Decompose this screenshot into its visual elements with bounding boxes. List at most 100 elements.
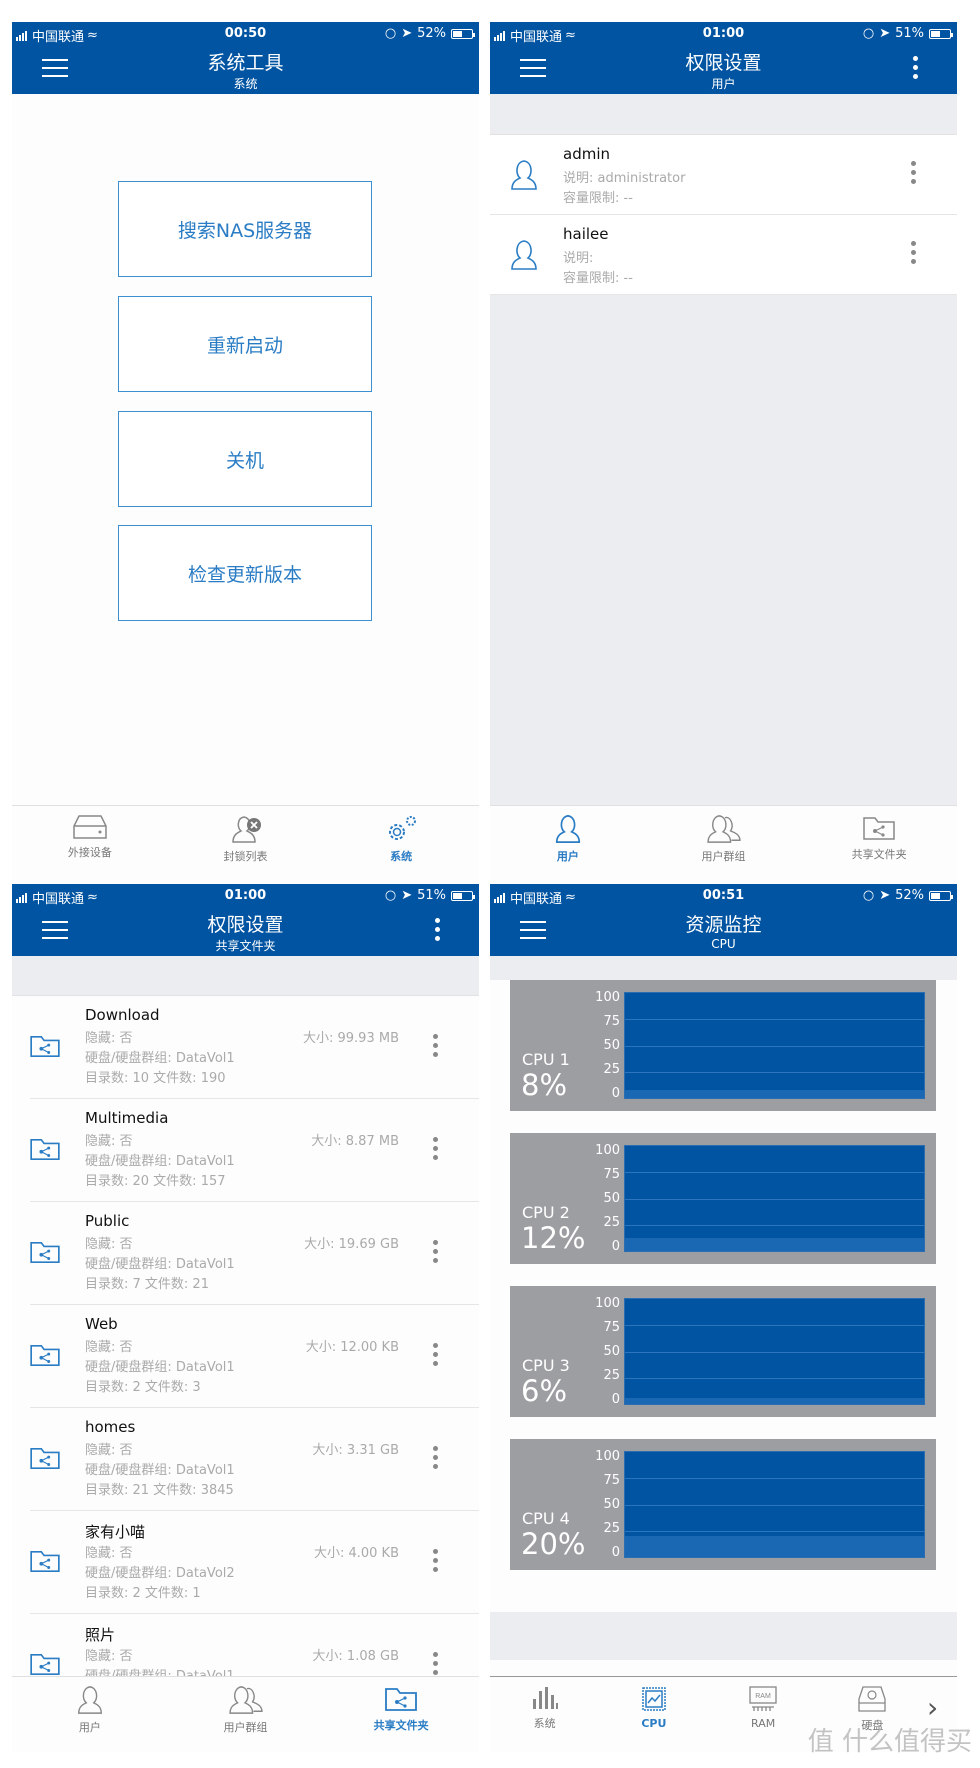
tab-system[interactable]: 系统 xyxy=(490,1677,599,1752)
user-name: admin xyxy=(563,145,610,163)
list-item[interactable]: hailee 说明: 容量限制: -- xyxy=(490,215,957,295)
gridline xyxy=(625,1019,924,1021)
cpu-label: CPU 4 xyxy=(522,1509,570,1528)
check-update-button[interactable]: 检查更新版本 xyxy=(118,525,372,621)
tab-block-list[interactable]: 封锁列表 xyxy=(168,806,324,890)
tab-external-devices[interactable]: 外接设备 xyxy=(12,806,168,890)
tab-label: 系统 xyxy=(533,1717,556,1730)
screen-system-tools: 中国联通 ≈ 00:50 ○ ➤ 52% 系统工具 系统 搜索NAS服务器 重新启动 … xyxy=(12,22,479,890)
row-options-button[interactable] xyxy=(909,161,917,188)
y-tick-label: 25 xyxy=(603,1368,620,1383)
page-title: 权限设置 xyxy=(207,914,284,936)
rotation-lock-icon: ○ xyxy=(384,26,397,41)
tab-label: 外接设备 xyxy=(67,846,112,859)
y-tick-label: 0 xyxy=(611,1239,620,1254)
tab-system[interactable]: 系统 xyxy=(323,806,479,890)
list-item[interactable]: admin 说明: administrator 容量限制: -- xyxy=(490,135,957,215)
y-tick-label: 0 xyxy=(611,1392,620,1407)
shared-folder-icon xyxy=(30,1550,60,1572)
status-bar: 中国联通 ≈ 00:51 ○ ➤ 52% xyxy=(490,884,957,908)
cpu-usage-fill xyxy=(625,1089,924,1098)
row-options-button[interactable] xyxy=(431,1034,439,1061)
row-options-button[interactable] xyxy=(431,1137,439,1164)
tab-user-groups[interactable]: 用户群组 xyxy=(168,1677,324,1752)
shared-folder-icon xyxy=(30,1035,60,1057)
row-options-button[interactable] xyxy=(431,1549,439,1576)
folder-name: Download xyxy=(85,1006,160,1024)
list-item[interactable]: Web 隐藏: 否硬盘/硬盘群组: DataVol1 目录数: 2 文件数: 3 大小… xyxy=(30,1305,479,1408)
user-quota: 容量限制: -- xyxy=(563,191,633,206)
y-tick-label: 25 xyxy=(603,1521,620,1536)
cpu-usage-card: CPU 1 8% 100 75 50 25 0 xyxy=(510,980,936,1111)
cpu-percent: 8% xyxy=(521,1068,568,1102)
gridline xyxy=(625,1224,924,1226)
folder-name: 家有小喵 xyxy=(85,1523,146,1541)
y-tick-label: 0 xyxy=(611,1086,620,1101)
tab-shared-folders[interactable]: 共享文件夹 xyxy=(323,1677,479,1752)
y-tick-label: 100 xyxy=(595,1449,620,1464)
list-item[interactable]: homes 隐藏: 否硬盘/硬盘群组: DataVol1 目录数: 21 文件数: … xyxy=(30,1408,479,1511)
tab-label: 共享文件夹 xyxy=(373,1719,429,1732)
row-options-button[interactable] xyxy=(431,1240,439,1267)
y-tick-label: 100 xyxy=(595,990,620,1005)
y-axis: 100 75 50 25 0 xyxy=(590,1449,620,1560)
page-title: 资源监控 xyxy=(685,914,762,936)
tab-users[interactable]: 用户 xyxy=(12,1677,168,1752)
tab-users[interactable]: 用户 xyxy=(490,806,646,890)
page-title: 系统工具 xyxy=(207,52,284,74)
y-tick-label: 75 xyxy=(603,1167,620,1182)
user-icon xyxy=(511,160,537,190)
row-options-button[interactable] xyxy=(431,1652,439,1679)
page-subtitle: CPU xyxy=(711,937,736,951)
blocked-user-icon xyxy=(231,816,261,843)
page-subtitle: 系统 xyxy=(233,77,258,91)
cpu-usage-plot xyxy=(624,1145,925,1252)
tab-ram[interactable]: RAM RAM xyxy=(709,1677,818,1752)
battery-percent: 52% xyxy=(895,888,924,903)
y-tick-label: 25 xyxy=(603,1062,620,1077)
folder-size: 大小: 4.00 KB xyxy=(313,1546,399,1561)
folder-counts: 目录数: 2 文件数: 3 xyxy=(85,1380,201,1395)
app-bar: 系统工具 系统 xyxy=(12,46,479,94)
list-item[interactable]: 家有小喵 隐藏: 否硬盘/硬盘群组: DataVol2 目录数: 2 文件数: 1 大… xyxy=(30,1511,479,1614)
gears-icon xyxy=(389,816,417,840)
more-options-button[interactable] xyxy=(433,918,441,946)
row-options-button[interactable] xyxy=(909,241,917,268)
y-tick-label: 0 xyxy=(611,1545,620,1560)
cpu-usage-card: CPU 3 6% 100 75 50 25 0 xyxy=(510,1286,936,1417)
list-item[interactable]: Download 隐藏: 否硬盘/硬盘群组: DataVol1 目录数: 10 文件… xyxy=(30,996,479,1099)
rotation-lock-icon: ○ xyxy=(862,888,875,903)
restart-button[interactable]: 重新启动 xyxy=(118,296,372,392)
tab-bar: 外接设备 封锁列表 系统 xyxy=(12,805,479,890)
more-options-button[interactable] xyxy=(911,56,919,84)
tab-user-groups[interactable]: 用户群组 xyxy=(646,806,802,890)
tab-bar: 用户 用户群组 共享文件夹 xyxy=(490,805,957,890)
row-options-button[interactable] xyxy=(431,1343,439,1370)
gridline xyxy=(625,1325,924,1327)
folder-counts: 目录数: 21 文件数: 3845 xyxy=(85,1483,234,1498)
folder-counts: 目录数: 20 文件数: 157 xyxy=(85,1174,226,1189)
tab-label: 封锁列表 xyxy=(223,850,268,863)
cpu-usage-fill xyxy=(625,1397,924,1404)
battery-icon xyxy=(929,890,953,901)
list-item[interactable]: Multimedia 隐藏: 否硬盘/硬盘群组: DataVol1 目录数: 20 … xyxy=(30,1099,479,1202)
y-axis: 100 75 50 25 0 xyxy=(590,1296,620,1407)
search-nas-button[interactable]: 搜索NAS服务器 xyxy=(118,181,372,277)
app-bar: 权限设置 用户 xyxy=(490,46,957,94)
tab-label: 用户群组 xyxy=(223,1721,268,1734)
cpu-usage-card: CPU 4 20% 100 75 50 25 0 xyxy=(510,1439,936,1570)
y-tick-label: 75 xyxy=(603,1320,620,1335)
cpu-percent: 12% xyxy=(521,1221,586,1255)
shutdown-button[interactable]: 关机 xyxy=(118,411,372,507)
tab-label: 用户群组 xyxy=(701,850,746,863)
tab-shared-folders[interactable]: 共享文件夹 xyxy=(801,806,957,890)
status-bar: 中国联通 ≈ 01:00 ○ ➤ 51% xyxy=(12,884,479,908)
row-options-button[interactable] xyxy=(431,1446,439,1473)
tab-cpu[interactable]: CPU xyxy=(599,1677,708,1752)
screen-permissions-users: 中国联通 ≈ 01:00 ○ ➤ 51% 权限设置 用户 admin 说明: admi… xyxy=(490,22,957,890)
cpu-icon xyxy=(642,1687,666,1711)
ram-icon: RAM xyxy=(749,1686,777,1711)
y-axis: 100 75 50 25 0 xyxy=(590,1143,620,1254)
list-item[interactable]: Public 隐藏: 否硬盘/硬盘群组: DataVol1 目录数: 7 文件数: … xyxy=(30,1202,479,1305)
page-subtitle: 共享文件夹 xyxy=(215,939,276,953)
